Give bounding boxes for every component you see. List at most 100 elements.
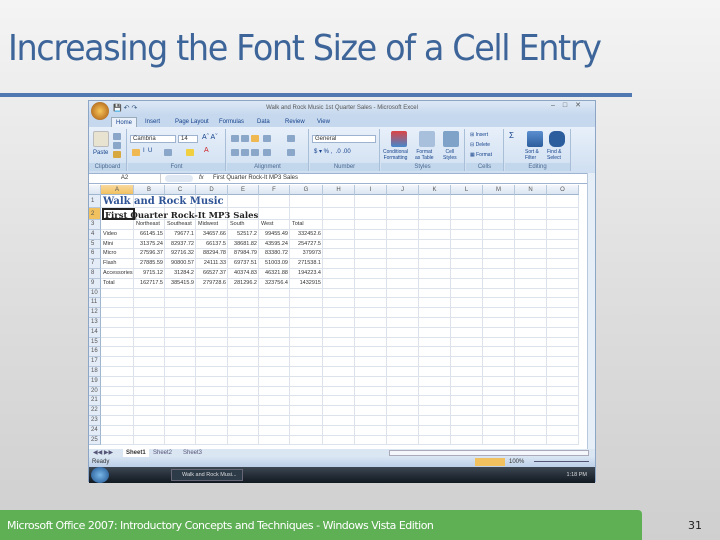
cell[interactable] xyxy=(259,425,290,436)
cell[interactable] xyxy=(228,318,259,328)
data-cell[interactable]: 31375.24 xyxy=(134,240,164,250)
cell[interactable] xyxy=(515,386,547,397)
cell[interactable] xyxy=(228,195,259,208)
cell[interactable] xyxy=(355,406,387,416)
cell[interactable] xyxy=(134,425,165,436)
cell[interactable] xyxy=(547,425,579,436)
row-header-24[interactable]: 24 xyxy=(89,425,101,436)
row-header-12[interactable]: 12 xyxy=(89,308,101,318)
cell[interactable] xyxy=(228,425,259,436)
format-as-table-button[interactable]: Format as Table xyxy=(415,149,434,161)
cell[interactable] xyxy=(134,337,165,348)
cell[interactable] xyxy=(165,308,196,318)
cell[interactable] xyxy=(323,416,355,426)
cell[interactable] xyxy=(228,308,259,318)
tab-formulas[interactable]: Formulas xyxy=(215,117,248,127)
cell[interactable] xyxy=(419,229,451,240)
cell[interactable] xyxy=(228,357,259,367)
cell[interactable] xyxy=(451,278,483,289)
cell[interactable] xyxy=(196,337,228,348)
fx-icon[interactable]: fx xyxy=(199,174,204,183)
autosum-icon[interactable]: Σ xyxy=(509,131,514,140)
horizontal-scrollbar[interactable] xyxy=(389,450,589,456)
cell[interactable] xyxy=(134,386,165,397)
indent-icon[interactable] xyxy=(263,149,271,156)
cell[interactable] xyxy=(134,318,165,328)
cell[interactable] xyxy=(165,288,196,299)
cell[interactable] xyxy=(196,435,228,446)
row-header-25[interactable]: 25 xyxy=(89,435,101,446)
cell[interactable] xyxy=(355,229,387,240)
cell[interactable] xyxy=(165,347,196,358)
cell[interactable] xyxy=(419,318,451,328)
cell[interactable] xyxy=(134,435,165,446)
cell[interactable] xyxy=(259,416,290,426)
cell[interactable] xyxy=(451,337,483,348)
data-cell[interactable]: 40374.83 xyxy=(228,269,258,279)
cell[interactable] xyxy=(259,208,290,220)
column-header-o[interactable]: O xyxy=(547,185,579,195)
cell[interactable] xyxy=(483,195,515,208)
cell[interactable] xyxy=(165,406,196,416)
cell[interactable] xyxy=(101,396,134,407)
cell[interactable] xyxy=(355,367,387,377)
row-header-19[interactable]: 19 xyxy=(89,376,101,387)
tab-home[interactable]: Home xyxy=(111,117,138,127)
column-header-k[interactable]: K xyxy=(419,185,451,195)
format-painter-icon[interactable] xyxy=(113,151,121,158)
cell[interactable] xyxy=(451,386,483,397)
cell[interactable] xyxy=(323,278,355,289)
cell[interactable] xyxy=(547,278,579,289)
cell[interactable] xyxy=(387,376,419,387)
cell[interactable] xyxy=(547,327,579,338)
cell[interactable] xyxy=(101,308,134,318)
cell[interactable] xyxy=(387,308,419,318)
cell[interactable] xyxy=(387,327,419,338)
cell[interactable] xyxy=(483,298,515,309)
cell[interactable] xyxy=(483,386,515,397)
cell[interactable] xyxy=(515,416,547,426)
cell[interactable] xyxy=(387,416,419,426)
cell[interactable] xyxy=(451,435,483,446)
cell[interactable] xyxy=(547,220,579,230)
cell[interactable] xyxy=(451,396,483,407)
cell[interactable] xyxy=(515,327,547,338)
select-all-corner[interactable] xyxy=(89,185,101,195)
cell[interactable] xyxy=(134,416,165,426)
cell[interactable] xyxy=(101,337,134,348)
row-label[interactable]: Flash xyxy=(102,259,135,269)
cell[interactable] xyxy=(290,367,323,377)
tab-insert[interactable]: Insert xyxy=(141,117,164,127)
cell[interactable] xyxy=(547,337,579,348)
row-label[interactable]: Total xyxy=(102,279,135,289)
cell[interactable] xyxy=(196,367,228,377)
cell[interactable] xyxy=(165,367,196,377)
cell[interactable] xyxy=(259,396,290,407)
cell[interactable] xyxy=(101,425,134,436)
data-cell[interactable]: 279728.6 xyxy=(196,279,227,289)
cell[interactable] xyxy=(419,259,451,269)
cell[interactable] xyxy=(515,208,547,220)
cell[interactable] xyxy=(515,357,547,367)
cell[interactable] xyxy=(196,288,228,299)
cell[interactable] xyxy=(419,406,451,416)
formula-buttons[interactable] xyxy=(165,175,193,182)
cell[interactable] xyxy=(228,327,259,338)
cell[interactable] xyxy=(323,376,355,387)
cell[interactable] xyxy=(259,337,290,348)
cell[interactable] xyxy=(483,269,515,279)
data-cell[interactable]: 82937.72 xyxy=(165,240,195,250)
sheet-nav-buttons[interactable]: ◀◀ ▶▶ xyxy=(93,449,113,457)
cell[interactable] xyxy=(515,259,547,269)
cell[interactable] xyxy=(451,208,483,220)
cell[interactable] xyxy=(483,367,515,377)
cell[interactable] xyxy=(165,386,196,397)
column-header-b[interactable]: B xyxy=(134,185,165,195)
cell[interactable] xyxy=(259,308,290,318)
cell[interactable] xyxy=(419,220,451,230)
cell[interactable] xyxy=(547,208,579,220)
cell[interactable] xyxy=(101,288,134,299)
data-cell[interactable]: 254727.5 xyxy=(290,240,322,250)
row-header-23[interactable]: 23 xyxy=(89,416,101,426)
cell[interactable] xyxy=(451,357,483,367)
